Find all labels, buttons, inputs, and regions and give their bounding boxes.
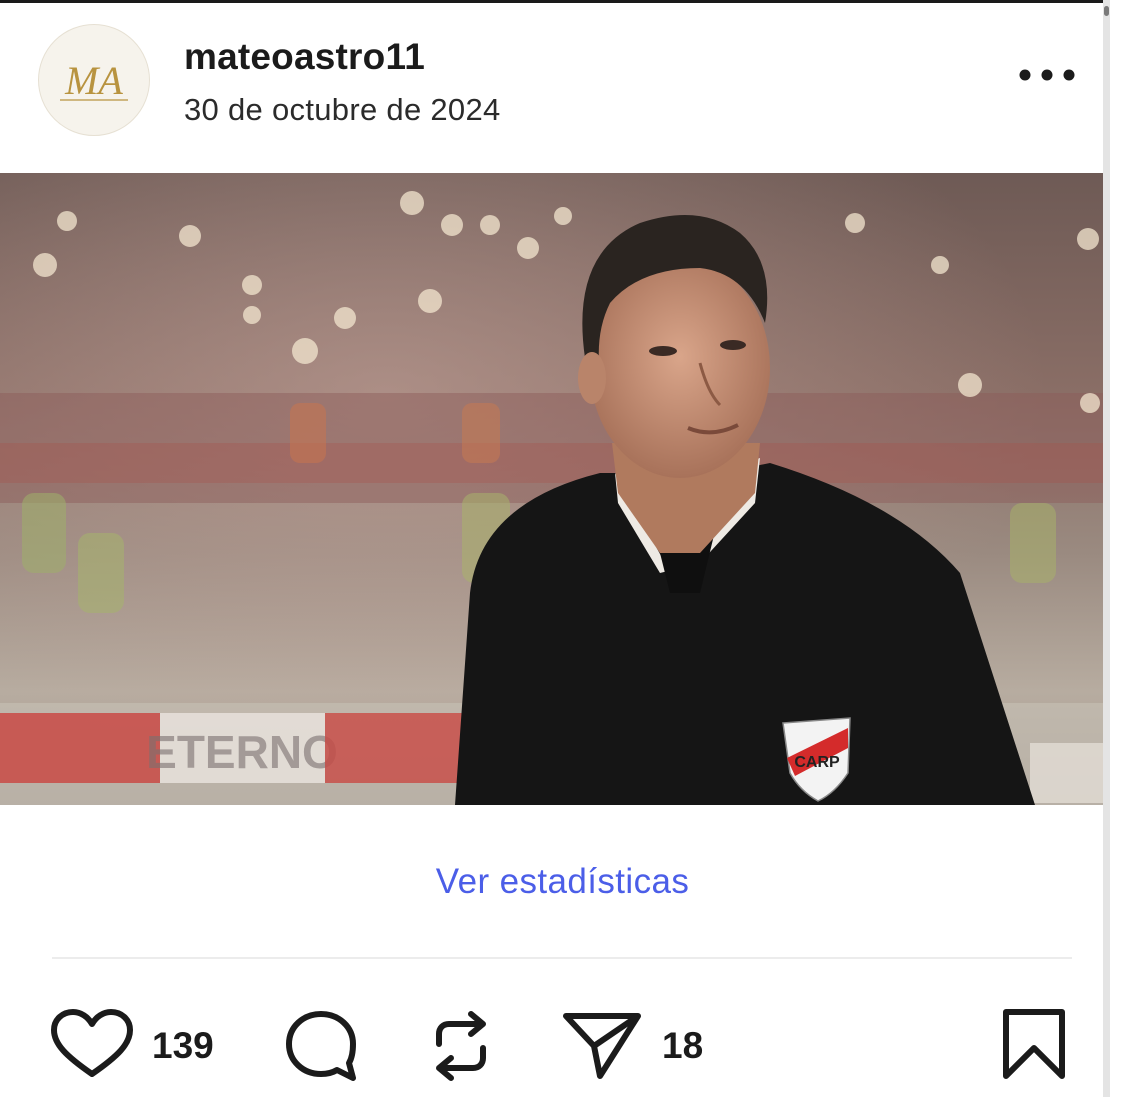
svg-text:MA: MA (64, 58, 123, 103)
post-date: 30 de octubre de 2024 (184, 92, 501, 127)
post-image[interactable]: ETERNO CARP (0, 173, 1103, 805)
scrollbar-thumb[interactable] (1104, 6, 1109, 16)
more-horizontal-icon (1019, 69, 1075, 81)
comment-button[interactable] (283, 1008, 359, 1084)
like-button[interactable] (50, 1008, 134, 1080)
like-count[interactable]: 139 (152, 1025, 214, 1067)
bookmark-icon (1003, 1009, 1065, 1079)
svg-text:CARP: CARP (794, 754, 840, 771)
comment-icon (286, 1011, 356, 1081)
post-photo: ETERNO CARP (0, 173, 1103, 805)
save-button[interactable] (1000, 1008, 1068, 1080)
repost-button[interactable] (425, 1008, 497, 1084)
avatar[interactable]: MA (38, 24, 150, 136)
heart-icon (51, 1009, 133, 1077)
username[interactable]: mateoastro11 (184, 36, 425, 78)
more-options-button[interactable] (1014, 58, 1080, 92)
top-border (0, 0, 1125, 3)
repost-icon (436, 1011, 486, 1081)
view-stats-link[interactable]: Ver estadísticas (0, 862, 1125, 902)
screen-edge (1110, 0, 1125, 1097)
banner-text: ETERNO (146, 726, 338, 778)
share-button[interactable] (562, 1006, 642, 1082)
share-count[interactable]: 18 (662, 1025, 703, 1067)
divider (52, 957, 1072, 959)
send-icon (563, 1013, 641, 1079)
monogram-logo: MA (60, 58, 128, 103)
scrollbar-track[interactable] (1103, 0, 1110, 1097)
